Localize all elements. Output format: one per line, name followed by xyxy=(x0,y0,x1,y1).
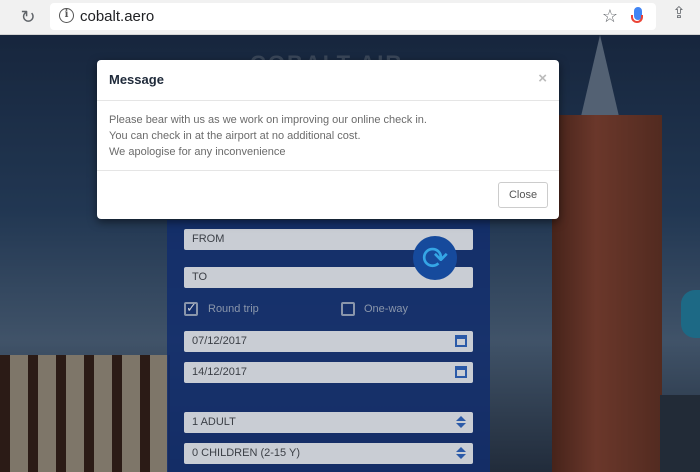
adults-select[interactable]: 1 ADULT xyxy=(184,412,473,433)
modal-body-line: We apologise for any inconvenience xyxy=(109,146,286,158)
children-select[interactable]: 0 CHILDREN (2-15 Y) xyxy=(184,443,473,464)
close-icon[interactable]: × xyxy=(538,70,547,87)
url-text[interactable]: cobalt.aero xyxy=(80,8,154,25)
modal-header-divider xyxy=(97,100,559,101)
calendar-icon[interactable] xyxy=(455,335,467,347)
swap-direction-icon[interactable]: ⟳ xyxy=(413,236,457,280)
depart-date-value: 07/12/2017 xyxy=(192,335,248,347)
select-down-icon xyxy=(456,454,466,459)
bookmark-star-icon[interactable]: ☆ xyxy=(602,6,618,27)
modal-body-line: Please bear with us as we work on improv… xyxy=(109,114,427,126)
reload-icon[interactable]: ↻ xyxy=(18,7,38,27)
message-modal: Message × Please bear with us as we work… xyxy=(97,60,559,219)
one-way-label[interactable]: One-way xyxy=(364,303,408,315)
adults-value: 1 ADULT xyxy=(192,416,236,428)
one-way-checkbox[interactable] xyxy=(341,302,355,316)
round-trip-label[interactable]: Round trip xyxy=(208,303,259,315)
address-bar[interactable]: i cobalt.aero ☆ xyxy=(50,3,656,30)
booking-form: FROM TO ⟳ Round trip One-way 07/12/2017 … xyxy=(167,220,490,472)
close-button[interactable]: Close xyxy=(498,182,548,208)
modal-title: Message xyxy=(109,72,164,87)
return-date-input[interactable]: 14/12/2017 xyxy=(184,362,473,383)
round-trip-checkbox[interactable] xyxy=(184,300,198,316)
modal-body: Please bear with us as we work on improv… xyxy=(109,112,427,160)
return-date-value: 14/12/2017 xyxy=(192,366,248,378)
browser-toolbar: ↻ i cobalt.aero ☆ ⇪ xyxy=(0,0,700,35)
depart-date-input[interactable]: 07/12/2017 xyxy=(184,331,473,352)
select-down-icon xyxy=(456,423,466,428)
select-up-icon xyxy=(456,447,466,452)
select-up-icon xyxy=(456,416,466,421)
modal-footer-divider xyxy=(97,170,559,171)
modal-body-line: You can check in at the airport at no ad… xyxy=(109,130,361,142)
calendar-icon[interactable] xyxy=(455,366,467,378)
children-value: 0 CHILDREN (2-15 Y) xyxy=(192,447,300,459)
microphone-icon[interactable] xyxy=(631,7,643,23)
info-icon[interactable]: i xyxy=(59,8,74,23)
share-icon[interactable]: ⇪ xyxy=(672,6,686,22)
